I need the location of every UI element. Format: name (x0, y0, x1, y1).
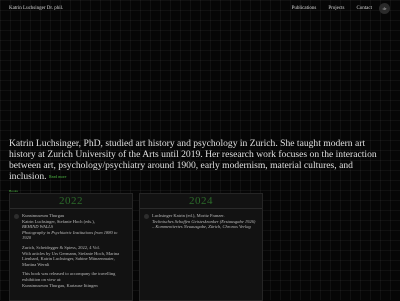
publication-card-2024[interactable]: 2024 Luchsinger Katrin (ed.), Moritz Fra… (139, 193, 263, 301)
card-year: 2024 (140, 194, 262, 209)
contributors-line: With articles by Urs Germann, Stefanie H… (22, 250, 120, 267)
card-text: Kunstmuseum Thurgau Katrin Luchsinger, S… (22, 213, 127, 292)
exhibition-note: This book was released to accompany the … (22, 271, 116, 282)
venue-line[interactable]: Kunstmuseum Thurgau, Kartause Ittingen (22, 283, 98, 288)
language-code: de (382, 6, 387, 11)
card-text: Luchsinger Katrin (ed.), Moritz Franzer.… (152, 213, 257, 234)
editors-line: Katrin Luchsinger, Stefanie Hoch (eds.), (22, 218, 95, 224)
language-toggle-button[interactable]: de (379, 3, 390, 14)
bullet-icon (14, 214, 19, 219)
publication-card-2022[interactable]: 2022 Kunstmuseum Thurgau Katrin Luchsing… (9, 193, 133, 301)
card-body: Kunstmuseum Thurgau Katrin Luchsinger, S… (10, 209, 132, 292)
bio-paragraph: Katrin Luchsinger, PhD, studied art hist… (9, 138, 391, 182)
nav-contact[interactable]: Contact (356, 6, 372, 11)
imprint-line: Zurich, Scheidegger & Spiess, 2022, 4 Vo… (22, 244, 100, 250)
top-bar: Katrin Luchsinger Dr. phil. Publications… (0, 0, 400, 18)
nav-projects[interactable]: Projects (328, 6, 344, 11)
nav-publications[interactable]: Publications (292, 6, 317, 11)
book-title: BEHIND WALLS (22, 224, 54, 230)
card-year: 2022 (10, 194, 132, 209)
book-subtitle: Photography in Psychiatric Institutions … (22, 229, 118, 241)
card-body: Luchsinger Katrin (ed.), Moritz Franzer.… (140, 209, 262, 234)
editor-line: Luchsinger Katrin (ed.), Moritz Franzer. (152, 213, 225, 218)
main-nav: Publications Projects Contact (292, 6, 372, 11)
site-title[interactable]: Katrin Luchsinger Dr. phil. (9, 6, 63, 11)
publisher-line: Kunstmuseum Thurgau (22, 213, 65, 218)
read-more-link[interactable]: Read more (49, 174, 66, 179)
bullet-icon (144, 214, 149, 219)
book-title: Technisches Schaffen Geisteskranker (Ers… (152, 218, 256, 230)
